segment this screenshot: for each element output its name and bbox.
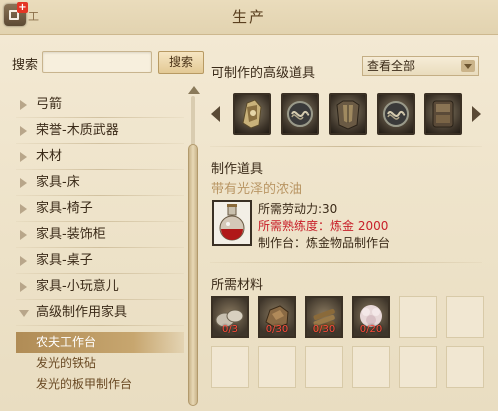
material-slot[interactable]: 0/30 [258, 296, 296, 338]
craftable-item[interactable] [281, 93, 319, 135]
product-slot[interactable] [212, 200, 252, 246]
category-label: 木材 [36, 149, 63, 164]
expand-arrow-icon [20, 204, 27, 214]
empty-material-slot [352, 346, 390, 388]
craftable-item[interactable] [233, 93, 271, 135]
filter-value: 查看全部 [367, 59, 416, 73]
craftable-title: 可制作的高级道具 [211, 66, 316, 81]
empty-material-slot [211, 346, 249, 388]
material-count: 0/30 [312, 324, 336, 335]
search-input[interactable] [42, 51, 152, 73]
crafting-window: + 工 生产 搜索 搜索 弓箭 荣誉-木质武器 木材 家具-床 家具-椅子 家具… [0, 0, 498, 411]
craftable-item[interactable] [329, 93, 367, 135]
subcategory-item[interactable]: 发光的铁砧 [16, 353, 184, 374]
subcategory-list: 农夫工作台 发光的铁砧 发光的板甲制作台 [16, 332, 184, 395]
category-item[interactable]: 家具-桌子 [16, 248, 184, 274]
category-label: 弓箭 [36, 97, 63, 112]
expand-arrow-icon [20, 230, 27, 240]
next-arrow-icon[interactable] [472, 106, 481, 122]
subcategory-item[interactable]: 发光的板甲制作台 [16, 374, 184, 395]
chevron-down-icon [461, 60, 475, 72]
subcategory-item-selected[interactable]: 农夫工作台 [16, 332, 184, 353]
labor-requirement: 所需劳动力:30 [258, 202, 338, 216]
proficiency-requirement: 所需熟练度：炼金 2000 [258, 219, 389, 233]
material-count: 0/3 [221, 324, 239, 335]
materials-title: 所需材料 [211, 278, 264, 293]
search-button[interactable]: 搜索 [158, 51, 204, 74]
knot-emblem-icon [383, 101, 409, 127]
category-item[interactable]: 木材 [16, 144, 184, 170]
knot-emblem-icon [287, 101, 313, 127]
category-item-expanded[interactable]: 高级制作用家具 [16, 300, 184, 326]
window-title: 生产 [231, 8, 266, 26]
armor-piece-icon [432, 100, 454, 128]
category-item[interactable]: 家具-小玩意儿 [16, 274, 184, 300]
craftable-item[interactable] [424, 93, 462, 135]
expand-arrow-icon [20, 100, 27, 110]
craftable-item[interactable] [377, 93, 415, 135]
filter-dropdown[interactable]: 查看全部 [362, 56, 479, 76]
production-section-title: 制作道具 [211, 162, 264, 177]
category-item[interactable]: 弓箭 [16, 92, 184, 118]
empty-material-slot [305, 346, 343, 388]
armor-shoulder-icon [242, 99, 262, 129]
material-slot[interactable]: 0/3 [211, 296, 249, 338]
category-label: 荣誉-木质武器 [36, 123, 119, 138]
category-label: 家具-椅子 [36, 201, 93, 216]
empty-material-slot [399, 296, 437, 338]
empty-material-slot [258, 346, 296, 388]
item-name: 带有光泽的浓油 [211, 182, 303, 197]
plate-armor-icon [336, 100, 360, 130]
divider [210, 262, 482, 263]
category-label: 家具-装饰柜 [36, 227, 106, 242]
category-label: 家具-床 [36, 175, 80, 190]
expand-arrow-icon [20, 256, 27, 266]
title-bar: + 工 生产 [0, 0, 498, 35]
material-slot[interactable]: 0/20 [352, 296, 390, 338]
potion-flask-icon [219, 204, 245, 241]
empty-material-slot [446, 296, 484, 338]
workbench-requirement: 制作台：炼金物品制作台 [258, 236, 391, 250]
material-slot[interactable]: 0/30 [305, 296, 343, 338]
material-count: 0/30 [265, 324, 289, 335]
material-count: 0/20 [359, 324, 383, 335]
expand-arrow-icon [20, 178, 27, 188]
category-item[interactable]: 家具-床 [16, 170, 184, 196]
category-scrollbar[interactable] [187, 86, 200, 406]
expand-arrow-icon [20, 282, 27, 292]
category-item[interactable]: 荣誉-木质武器 [16, 118, 184, 144]
category-item[interactable]: 家具-装饰柜 [16, 222, 184, 248]
scroll-thumb[interactable] [188, 144, 198, 406]
category-label: 家具-桌子 [36, 253, 93, 268]
prev-arrow-icon[interactable] [211, 106, 220, 122]
category-label: 家具-小玩意儿 [36, 279, 119, 294]
category-item[interactable]: 家具-椅子 [16, 196, 184, 222]
expand-arrow-icon [20, 152, 27, 162]
scroll-up-icon[interactable] [188, 86, 200, 94]
category-list: 弓箭 荣誉-木质武器 木材 家具-床 家具-椅子 家具-装饰柜 家具-桌子 家具… [16, 92, 184, 326]
search-label: 搜索 [12, 58, 39, 73]
empty-material-slot [399, 346, 437, 388]
empty-material-slot [446, 346, 484, 388]
category-label: 高级制作用家具 [36, 305, 128, 320]
divider [210, 146, 482, 147]
collapse-arrow-icon [19, 310, 29, 317]
expand-arrow-icon [20, 126, 27, 136]
